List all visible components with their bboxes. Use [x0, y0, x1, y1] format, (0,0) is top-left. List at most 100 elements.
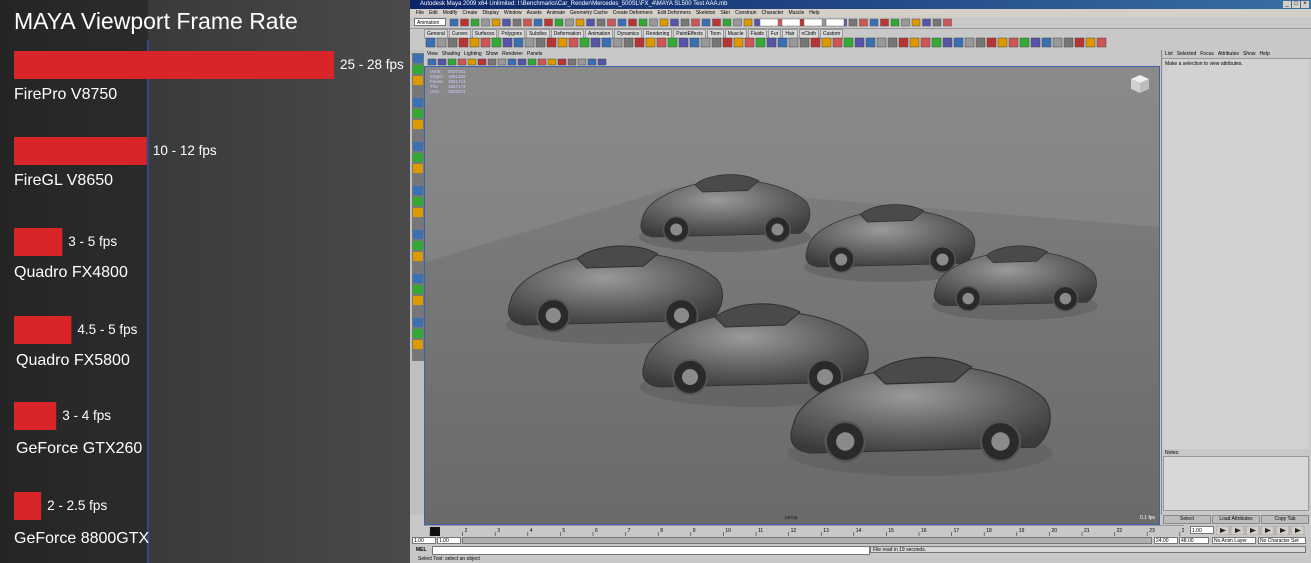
status-tool-icon[interactable] [911, 18, 921, 27]
load-attributes-button[interactable]: Load Attributes [1212, 515, 1260, 524]
panel-tool-icon[interactable] [427, 58, 437, 66]
shelf-tool-icon[interactable] [854, 37, 865, 48]
panel-menu-shading[interactable]: Shading [442, 51, 460, 57]
shelf-tool-icon[interactable] [997, 37, 1008, 48]
shelf-tool-icon[interactable] [1052, 37, 1063, 48]
shelf-tool-icon[interactable] [579, 37, 590, 48]
toolbox-tool-icon[interactable] [412, 163, 424, 174]
toolbox-tool-icon[interactable] [412, 317, 424, 328]
toolbox-tool-icon[interactable] [412, 229, 424, 240]
toolbox-tool-icon[interactable] [412, 273, 424, 284]
shelf-tool-icon[interactable] [766, 37, 777, 48]
attr-menu-list[interactable]: List [1165, 51, 1173, 57]
panel-tool-icon[interactable] [587, 58, 597, 66]
status-tool-icon[interactable] [544, 18, 553, 27]
panel-tool-icon[interactable] [517, 58, 527, 66]
menu-assets[interactable]: Assets [527, 10, 542, 16]
status-tool-icon[interactable] [481, 18, 490, 27]
toolbox-tool-icon[interactable] [412, 240, 424, 251]
toolbox-tool-icon[interactable] [412, 207, 424, 218]
shelf-tool-icon[interactable] [436, 37, 447, 48]
status-tool-icon[interactable] [607, 18, 616, 27]
status-tool-icon[interactable] [449, 18, 459, 27]
panel-menu-panels[interactable]: Panels [527, 51, 542, 57]
status-tool-icon[interactable] [523, 18, 532, 27]
numeric-input-field[interactable] [781, 18, 801, 27]
menu-modify[interactable]: Modify [443, 10, 458, 16]
status-tool-icon[interactable] [565, 18, 574, 27]
panel-menu-show[interactable]: Show [486, 51, 499, 57]
shelf-tool-icon[interactable] [425, 37, 436, 48]
shelf-tool-icon[interactable] [568, 37, 579, 48]
shelf-tool-icon[interactable] [667, 37, 678, 48]
numeric-input-field[interactable] [803, 18, 823, 27]
shelf-tool-icon[interactable] [1085, 37, 1096, 48]
panel-tool-icon[interactable] [457, 58, 467, 66]
attr-menu-attributes[interactable]: Attributes [1218, 51, 1239, 57]
toolbox-tool-icon[interactable] [412, 64, 424, 75]
panel-tool-icon[interactable] [477, 58, 487, 66]
menu-help[interactable]: Help [809, 10, 819, 16]
panel-tool-icon[interactable] [467, 58, 477, 66]
status-tool-icon[interactable] [554, 18, 564, 27]
car-model[interactable] [638, 174, 812, 252]
toolbox-tool-icon[interactable] [412, 196, 424, 207]
shelf-tool-icon[interactable] [711, 37, 722, 48]
shelf-tool-icon[interactable] [524, 37, 535, 48]
range-end-field[interactable]: 48.00 [1179, 537, 1209, 544]
menu-create[interactable]: Create [462, 10, 477, 16]
shelf-tool-icon[interactable] [634, 37, 645, 48]
shelf-tool-icon[interactable] [469, 37, 480, 48]
shelf-tool-icon[interactable] [1019, 37, 1030, 48]
shelf-tool-icon[interactable] [1096, 37, 1107, 48]
shelf-tool-icon[interactable] [975, 37, 986, 48]
shelf-tool-icon[interactable] [799, 37, 810, 48]
attr-menu-show[interactable]: Show [1243, 51, 1256, 57]
shelf-tool-icon[interactable] [612, 37, 623, 48]
toolbox-tool-icon[interactable] [412, 97, 424, 108]
panel-tool-icon[interactable] [507, 58, 517, 66]
shelf-tool-icon[interactable] [744, 37, 755, 48]
toolbox-tool-icon[interactable] [412, 284, 424, 295]
shelf-tool-icon[interactable] [700, 37, 711, 48]
shelf-tool-icon[interactable] [865, 37, 876, 48]
range-start-inner-field[interactable]: 1.00 [437, 537, 461, 544]
menu-window[interactable]: Window [504, 10, 522, 16]
shelf-tool-icon[interactable] [447, 37, 458, 48]
menu-character[interactable]: Character [761, 10, 783, 16]
shelf-tool-icon[interactable] [788, 37, 799, 48]
menu-edit-deformers[interactable]: Edit Deformers [658, 10, 691, 16]
shelf-tool-icon[interactable] [1030, 37, 1041, 48]
toolbox-tool-icon[interactable] [412, 152, 424, 163]
shelf-tool-icon[interactable] [876, 37, 887, 48]
status-tool-icon[interactable] [869, 18, 879, 27]
status-tool-icon[interactable] [586, 18, 595, 27]
toolbox-tool-icon[interactable] [412, 262, 424, 273]
panel-tool-icon[interactable] [597, 58, 607, 66]
shelf-tool-icon[interactable] [590, 37, 601, 48]
status-tool-icon[interactable] [691, 18, 700, 27]
notes-field[interactable] [1163, 456, 1309, 511]
toolbox-tool-icon[interactable] [412, 86, 424, 97]
shelf-tool-icon[interactable] [1074, 37, 1085, 48]
shelf-tool-icon[interactable] [546, 37, 557, 48]
shelf-tool-icon[interactable] [557, 37, 568, 48]
panel-tool-icon[interactable] [567, 58, 577, 66]
toolbox-tool-icon[interactable] [412, 174, 424, 185]
toolbox-tool-icon[interactable] [412, 130, 424, 141]
toolbox-tool-icon[interactable] [412, 141, 424, 152]
maximize-icon[interactable]: □ [1292, 1, 1300, 8]
shelf-tool-icon[interactable] [458, 37, 469, 48]
status-tool-icon[interactable] [649, 18, 658, 27]
status-tool-icon[interactable] [859, 18, 868, 27]
status-tool-icon[interactable] [922, 18, 931, 27]
range-bar[interactable] [462, 537, 1152, 544]
panel-tool-icon[interactable] [557, 58, 567, 66]
panel-menu-lighting[interactable]: Lighting [464, 51, 482, 57]
shelf-tool-icon[interactable] [821, 37, 832, 48]
shelf-tool-icon[interactable] [810, 37, 821, 48]
panel-tool-icon[interactable] [527, 58, 537, 66]
perspective-viewport[interactable]: Verts: 0427481 Edges: 1891356 Faces: 1051713 T… [424, 66, 1160, 525]
minimize-icon[interactable]: _ [1283, 1, 1291, 8]
close-icon[interactable]: × [1301, 1, 1309, 8]
